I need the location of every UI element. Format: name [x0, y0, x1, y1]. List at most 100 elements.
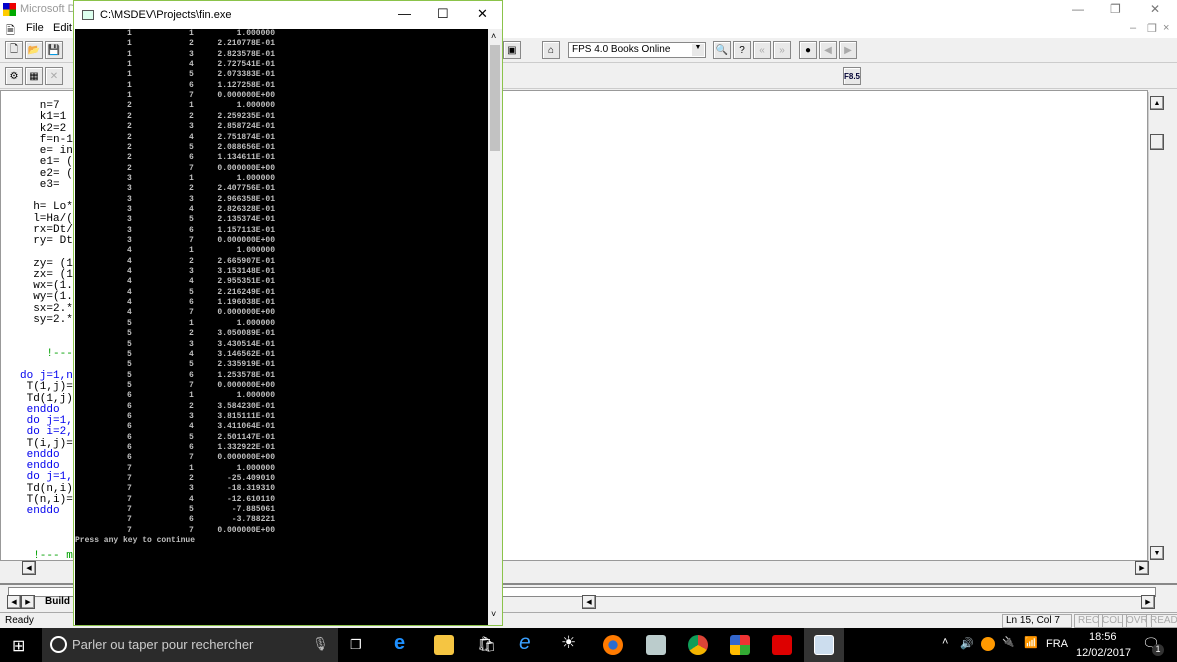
scroll-thumb[interactable]	[1150, 134, 1164, 150]
console-minimize-icon[interactable]: —	[398, 6, 411, 21]
mdi-minimize-icon[interactable]: –	[1130, 22, 1136, 34]
status-ready: Ready	[5, 615, 34, 626]
chrome-icon[interactable]	[688, 635, 708, 655]
console-output[interactable]: 1 1 1.000000 1 2 2.210778E-01 1 3 2.823578E-01 1 4…	[75, 29, 488, 625]
console-row: 1 6 1.127258E-01	[75, 81, 285, 91]
query-icon[interactable]: ?	[733, 41, 751, 59]
console-title-bar[interactable]: C:\MSDEV\Projects\fin.exe — ☐ ✕	[74, 1, 502, 29]
back-icon[interactable]: ◀	[819, 41, 837, 59]
store-icon[interactable]: 🛍	[477, 635, 496, 653]
console-value: 1.000000	[236, 246, 275, 256]
code-text[interactable]: n=7 k1=1 k2=2 f=n-1 e= in e1= ( e2= ( e3…	[20, 100, 79, 562]
next-topic-icon[interactable]: »	[773, 41, 791, 59]
language-indicator[interactable]: FRA	[1046, 638, 1068, 650]
console-window[interactable]: C:\MSDEV\Projects\fin.exe — ☐ ✕ 1 1 1.0000…	[73, 0, 503, 626]
prev-topic-icon[interactable]: «	[753, 41, 771, 59]
visual-studio-icon[interactable]	[730, 635, 750, 655]
search-binoculars-icon[interactable]: 🔍	[713, 41, 731, 59]
console-j: 1	[189, 173, 194, 183]
console-row: 5 4 3.146562E-01	[75, 350, 285, 360]
books-online-combo[interactable]: FPS 4.0 Books Online ▼	[568, 42, 706, 58]
power-icon[interactable]: 🔌	[1002, 637, 1014, 648]
console-j: 1	[189, 29, 194, 38]
console-value: 1.000000	[236, 391, 275, 401]
console-scroll-down-icon[interactable]: ˅	[491, 609, 496, 619]
scroll-down-icon[interactable]: ▼	[1150, 546, 1164, 560]
console-i: 2	[127, 111, 132, 121]
clock-time[interactable]: 18:56	[1089, 631, 1117, 643]
performance-monitor-icon[interactable]	[646, 635, 666, 655]
output-scroll-left-icon[interactable]: ◀	[582, 595, 596, 609]
console-scroll-thumb[interactable]	[490, 45, 500, 151]
volume-icon[interactable]: 🔊	[960, 637, 974, 650]
clock-date[interactable]: 12/02/2017	[1076, 647, 1131, 659]
console-i: 7	[127, 484, 132, 494]
task-view-icon[interactable]: ❐	[350, 637, 362, 653]
editor-vertical-scrollbar[interactable]: ▲ ▼	[1148, 92, 1166, 561]
console-row: 4 1 1.000000	[75, 246, 285, 256]
console-row: 6 7 0.000000E+00	[75, 453, 285, 463]
console-i: 3	[127, 225, 132, 235]
console-value: 1.332922E-01	[217, 443, 275, 452]
search-box[interactable]: Parler ou taper pour rechercher 🎙	[42, 628, 338, 662]
console-value: 2.826328E-01	[217, 204, 275, 214]
console-row: 7 1 1.000000	[75, 464, 285, 474]
console-value: 1.253578E-01	[217, 370, 275, 380]
tab-scroll-right-icon[interactable]: ▶	[21, 595, 35, 609]
console-j: 7	[189, 308, 194, 318]
edge-icon[interactable]: e	[394, 632, 405, 655]
console-row: 4 7 0.000000E+00	[75, 308, 285, 318]
console-i: 5	[127, 339, 132, 349]
console-row: 1 4 2.727541E-01	[75, 60, 285, 70]
console-value: 3.146562E-01	[217, 349, 275, 359]
window-icon[interactable]: ▣	[503, 41, 521, 59]
microphone-icon[interactable]: 🎙	[312, 636, 329, 652]
scroll-left-icon[interactable]: ◀	[22, 561, 36, 575]
show-hidden-icons[interactable]: ˄	[942, 636, 948, 648]
menu-edit[interactable]: Edit	[53, 22, 72, 34]
acrobat-icon[interactable]	[772, 635, 792, 655]
console-row: 4 3 3.153148E-01	[75, 267, 285, 277]
build-icon[interactable]: ▦	[25, 67, 43, 85]
forward-icon[interactable]: ▶	[839, 41, 857, 59]
compile-icon[interactable]: ⚙	[5, 67, 23, 85]
chevron-down-icon[interactable]: ▼	[692, 44, 704, 56]
brightness-icon[interactable]: ☀	[561, 633, 576, 653]
console-i: 2	[127, 163, 132, 173]
stop-build-icon[interactable]: ✕	[45, 67, 63, 85]
sync-contents-icon[interactable]: ●	[799, 41, 817, 59]
f85-button[interactable]: F8.5	[843, 67, 861, 85]
taskbar-console-app[interactable]	[804, 628, 844, 662]
console-value: 2.135374E-01	[217, 215, 275, 225]
output-scroll-right-icon[interactable]: ▶	[1141, 595, 1155, 609]
close-icon[interactable]: ✕	[1150, 2, 1160, 16]
console-maximize-icon[interactable]: ☐	[437, 6, 449, 22]
save-icon[interactable]: 💾	[45, 41, 63, 59]
file-explorer-icon[interactable]	[434, 635, 454, 655]
console-scroll-up-icon[interactable]: ˄	[491, 31, 496, 41]
internet-explorer-icon[interactable]: e	[519, 631, 531, 655]
windows-start-icon[interactable]: ⊞	[12, 636, 25, 656]
tab-build[interactable]: Build	[45, 596, 70, 607]
tab-scroll-left-icon[interactable]: ◀	[7, 595, 21, 609]
minimize-icon[interactable]: —	[1072, 2, 1084, 16]
scroll-up-icon[interactable]: ▲	[1150, 96, 1164, 110]
open-folder-icon[interactable]: 📂	[25, 41, 43, 59]
mdi-restore-icon[interactable]: ❐	[1147, 22, 1157, 35]
restore-icon[interactable]: ❐	[1110, 2, 1121, 16]
console-value: 2.088656E-01	[217, 142, 275, 152]
console-row: 1 3 2.823578E-01	[75, 50, 285, 60]
new-file-icon[interactable]: 🗋	[5, 41, 23, 59]
scroll-right-icon[interactable]: ▶	[1135, 561, 1149, 575]
console-scrollbar[interactable]: ˄ ˅	[488, 29, 502, 625]
console-close-icon[interactable]: ✕	[477, 6, 488, 22]
home-icon[interactable]: ⌂	[542, 41, 560, 59]
console-i: 1	[127, 39, 132, 49]
firefox-icon[interactable]	[603, 635, 623, 655]
menu-file[interactable]: File	[26, 22, 44, 34]
console-row: 3 6 1.157113E-01	[75, 226, 285, 236]
wifi-icon[interactable]: 📶	[1024, 636, 1038, 649]
avast-icon[interactable]	[981, 637, 995, 651]
mdi-close-icon[interactable]: ×	[1163, 22, 1169, 34]
